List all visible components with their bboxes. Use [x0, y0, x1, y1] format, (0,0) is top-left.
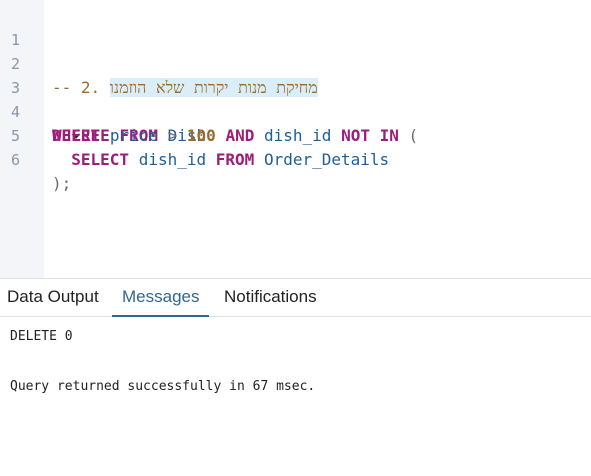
- editor-line-5[interactable]: 5 SELECT dish_id FROM Order_Details: [0, 100, 591, 169]
- column-name: dish_id: [138, 150, 207, 169]
- line-number: 6: [10, 151, 20, 169]
- editor-line-3[interactable]: 3 DELETE FROM Dish: [0, 52, 591, 145]
- tab-messages[interactable]: Messages: [112, 279, 210, 317]
- query-editor[interactable]: 1 2 -- 2. מחיקת מנות יקרות שלא הוזמנו 3 …: [0, 0, 591, 278]
- editor-line-2[interactable]: 2 -- 2. מחיקת מנות יקרות שלא הוזמנו: [0, 28, 591, 97]
- keyword: FROM: [215, 150, 255, 169]
- keyword: SELECT: [71, 150, 130, 169]
- editor-line-6[interactable]: 6 );: [0, 124, 591, 193]
- tab-notifications[interactable]: Notifications: [224, 279, 317, 317]
- closing-paren: );: [52, 174, 72, 193]
- results-tab-bar: Data Output Messages Notifications: [0, 279, 591, 317]
- editor-line-4[interactable]: 4 WHERE price > 100 AND dish_id NOT IN (: [0, 76, 591, 145]
- tab-data-output[interactable]: Data Output: [7, 279, 99, 317]
- message-query-result: Query returned successfully in 67 msec.: [10, 379, 316, 394]
- table-name: Order_Details: [263, 150, 390, 169]
- editor-line-1[interactable]: 1: [0, 4, 591, 49]
- message-status: DELETE 0: [10, 329, 73, 344]
